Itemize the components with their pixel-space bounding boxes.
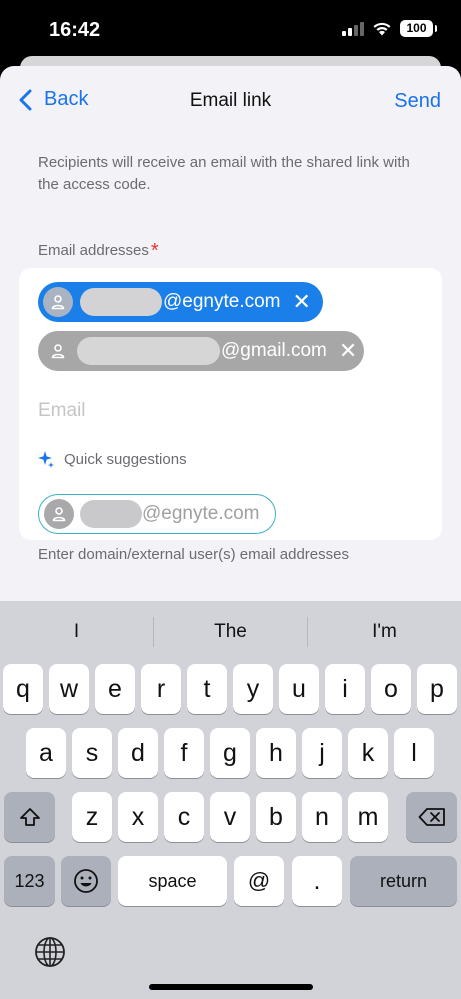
redacted-name (77, 337, 220, 365)
remove-recipient-icon[interactable]: ✕ (339, 340, 357, 362)
prediction-item[interactable]: I'm (308, 621, 461, 643)
key-j[interactable]: j (302, 728, 342, 778)
suggestion-domain: @egnyte.com (142, 503, 260, 524)
page-title: Email link (189, 90, 272, 111)
delete-key[interactable] (406, 792, 457, 842)
quick-suggestions-label: Quick suggestions (64, 450, 187, 468)
key-p[interactable]: p (417, 664, 457, 714)
key-u[interactable]: u (279, 664, 319, 714)
globe-icon[interactable] (34, 936, 66, 968)
required-mark: * (150, 240, 159, 262)
status-time: 16:42 (49, 19, 101, 41)
person-icon (43, 336, 73, 366)
status-icons: 100 (342, 20, 437, 37)
prediction-item[interactable]: The (154, 621, 307, 643)
status-bar: 16:42 100 (0, 0, 461, 62)
description-text: Recipients will receive an email with th… (38, 154, 410, 193)
recipients-card: @egnyte.com ✕ @gmail.com ✕ Quick suggest… (19, 268, 442, 540)
send-button[interactable]: Send (394, 90, 441, 113)
return-key[interactable]: return (350, 856, 457, 906)
shift-key[interactable] (4, 792, 55, 842)
key-d[interactable]: d (118, 728, 158, 778)
keyboard: I The I'm q w e r t y u i o p a s d f g … (0, 601, 461, 999)
key-c[interactable]: c (164, 792, 204, 842)
emoji-key[interactable] (61, 856, 111, 906)
redacted-name (80, 500, 142, 528)
key-k[interactable]: k (348, 728, 388, 778)
key-x[interactable]: x (118, 792, 158, 842)
chip-domain: @egnyte.com (163, 291, 281, 312)
key-v[interactable]: v (210, 792, 250, 842)
key-m[interactable]: m (348, 792, 388, 842)
chip-domain: @gmail.com (221, 340, 327, 361)
suggestion-chip[interactable]: @egnyte.com (38, 494, 276, 534)
sparkle-icon (38, 451, 54, 468)
wifi-icon (373, 22, 391, 36)
email-input[interactable] (38, 396, 418, 426)
space-key[interactable]: space (118, 856, 227, 906)
home-indicator (149, 984, 313, 990)
dot-key[interactable]: . (292, 856, 342, 906)
key-b[interactable]: b (256, 792, 296, 842)
quick-suggestions-header: Quick suggestions (38, 450, 187, 468)
key-t[interactable]: t (187, 664, 227, 714)
recipient-chip[interactable]: @gmail.com ✕ (38, 331, 364, 371)
navigation-bar: Back Email link Send (0, 66, 461, 136)
key-g[interactable]: g (210, 728, 250, 778)
key-y[interactable]: y (233, 664, 273, 714)
at-key[interactable]: @ (234, 856, 284, 906)
key-l[interactable]: l (394, 728, 434, 778)
battery-icon: 100 (400, 20, 437, 37)
person-icon (44, 499, 74, 529)
prediction-item[interactable]: I (0, 621, 153, 643)
field-label-text: Email addresses (38, 242, 149, 259)
key-r[interactable]: r (141, 664, 181, 714)
numbers-key[interactable]: 123 (4, 856, 55, 906)
person-icon (43, 287, 73, 317)
key-e[interactable]: e (95, 664, 135, 714)
key-w[interactable]: w (49, 664, 89, 714)
cellular-signal-icon (342, 21, 364, 36)
key-a[interactable]: a (26, 728, 66, 778)
recipient-chip[interactable]: @egnyte.com ✕ (38, 282, 323, 322)
key-z[interactable]: z (72, 792, 112, 842)
key-i[interactable]: i (325, 664, 365, 714)
key-n[interactable]: n (302, 792, 342, 842)
key-h[interactable]: h (256, 728, 296, 778)
remove-recipient-icon[interactable]: ✕ (293, 291, 311, 313)
shift-icon (19, 808, 40, 826)
key-s[interactable]: s (72, 728, 112, 778)
key-q[interactable]: q (3, 664, 43, 714)
backspace-icon (418, 808, 445, 826)
email-addresses-label: Email addresses * (38, 240, 159, 263)
key-f[interactable]: f (164, 728, 204, 778)
emoji-icon (74, 869, 98, 893)
redacted-name (80, 288, 162, 316)
key-o[interactable]: o (371, 664, 411, 714)
prediction-bar: I The I'm (0, 601, 461, 661)
helper-text: Enter domain/external user(s) email addr… (38, 546, 349, 563)
